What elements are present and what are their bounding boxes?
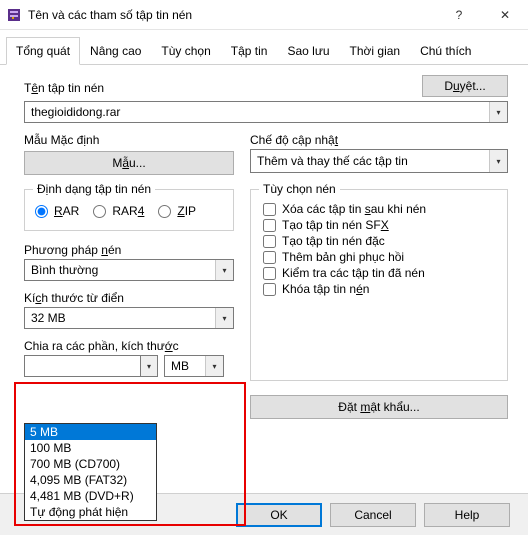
profiles-button[interactable]: Mẫu... [24, 151, 234, 175]
tab-files[interactable]: Tập tin [221, 37, 278, 65]
update-mode-value: Thêm và thay thế các tập tin [251, 152, 489, 170]
split-size-input[interactable] [24, 355, 140, 377]
split-option[interactable]: Tự động phát hiện [25, 504, 156, 520]
method-label: Phương pháp nén [24, 243, 234, 257]
title-bar: Tên và các tham số tập tin nén ? ✕ [0, 0, 528, 30]
tab-strip: Tổng quát Nâng cao Tùy chọn Tập tin Sao … [0, 30, 528, 65]
chevron-down-icon: ▾ [215, 260, 233, 280]
profile-label: Mẫu Mặc định [24, 133, 234, 147]
opt-recovery[interactable]: Thêm bản ghi phục hồi [263, 250, 495, 264]
chevron-down-icon: ▾ [205, 356, 223, 376]
tab-time[interactable]: Thời gian [340, 37, 411, 65]
ok-button[interactable]: OK [236, 503, 322, 527]
split-label: Chia ra các phần, kích thước [24, 339, 234, 353]
compression-method-value: Bình thường [25, 261, 215, 279]
split-option[interactable]: 4,095 MB (FAT32) [25, 472, 156, 488]
opt-lock[interactable]: Khóa tập tin nén [263, 282, 495, 296]
chevron-down-icon: ▾ [489, 150, 507, 172]
format-group: Định dạng tập tin nén RAR RAR4 ZIP [24, 189, 234, 231]
split-option[interactable]: 100 MB [25, 440, 156, 456]
dictionary-size-value: 32 MB [25, 309, 215, 327]
archive-name-combo[interactable]: thegioididong.rar ▾ [24, 101, 508, 123]
opt-delete-after[interactable]: Xóa các tập tin sau khi nén [263, 202, 495, 216]
split-unit-combo[interactable]: MB ▾ [164, 355, 224, 377]
opt-sfx[interactable]: Tạo tập tin nén SFX [263, 218, 495, 232]
split-option[interactable]: 4,481 MB (DVD+R) [25, 488, 156, 504]
app-icon [6, 7, 22, 23]
chevron-down-icon: ▾ [489, 102, 507, 122]
help-icon: ? [456, 8, 463, 22]
help-button-bottom[interactable]: Help [424, 503, 510, 527]
close-icon: ✕ [500, 8, 510, 22]
compression-options-group: Tùy chọn nén Xóa các tập tin sau khi nén… [250, 189, 508, 381]
format-legend: Định dạng tập tin nén [33, 182, 155, 196]
split-size-dropdown[interactable]: 5 MB 100 MB 700 MB (CD700) 4,095 MB (FAT… [24, 423, 157, 521]
chevron-down-icon[interactable]: ▾ [140, 355, 158, 377]
cancel-button[interactable]: Cancel [330, 503, 416, 527]
split-unit-value: MB [165, 357, 205, 375]
close-button[interactable]: ✕ [482, 0, 528, 30]
opt-test[interactable]: Kiểm tra các tập tin đã nén [263, 266, 495, 280]
format-rar[interactable]: RAR [35, 204, 79, 218]
browse-button[interactable]: Duyệt... [422, 75, 508, 97]
tab-options[interactable]: Tùy chọn [151, 37, 220, 65]
update-mode-label: Chế độ cập nhật [250, 133, 508, 147]
dict-label: Kích thước từ điển [24, 291, 234, 305]
tab-general[interactable]: Tổng quát [6, 37, 80, 65]
set-password-button[interactable]: Đặt mật khẩu... [250, 395, 508, 419]
archive-name-value: thegioididong.rar [25, 103, 489, 121]
compression-method-combo[interactable]: Bình thường ▾ [24, 259, 234, 281]
tab-backup[interactable]: Sao lưu [277, 37, 339, 65]
chevron-down-icon: ▾ [215, 308, 233, 328]
dictionary-size-combo[interactable]: 32 MB ▾ [24, 307, 234, 329]
help-button[interactable]: ? [436, 0, 482, 30]
format-zip[interactable]: ZIP [158, 204, 196, 218]
tab-comment[interactable]: Chú thích [410, 37, 481, 65]
compression-options-legend: Tùy chọn nén [259, 182, 340, 196]
archive-name-label: Tên tập tin nén [24, 81, 104, 95]
format-rar4[interactable]: RAR4 [93, 204, 144, 218]
split-size-combo[interactable]: ▾ [24, 355, 158, 377]
split-option[interactable]: 700 MB (CD700) [25, 456, 156, 472]
update-mode-combo[interactable]: Thêm và thay thế các tập tin ▾ [250, 149, 508, 173]
split-option[interactable]: 5 MB [25, 424, 156, 440]
tab-advanced[interactable]: Nâng cao [80, 37, 151, 65]
window-title: Tên và các tham số tập tin nén [28, 8, 436, 22]
opt-solid[interactable]: Tạo tập tin nén đặc [263, 234, 495, 248]
